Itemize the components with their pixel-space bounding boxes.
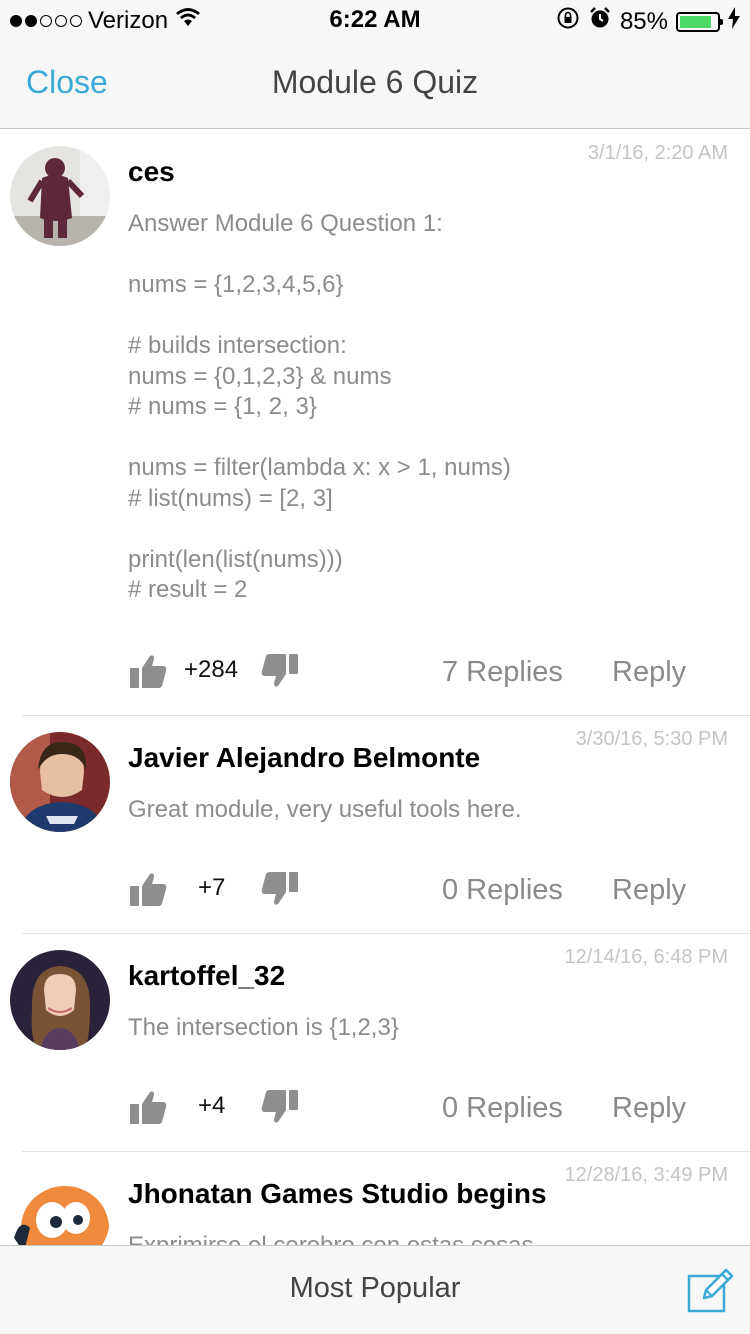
reply-button[interactable]: Reply [612, 656, 686, 689]
comment-item: Javier Alejandro Belmonte 3/30/16, 5:30 … [10, 716, 750, 934]
compose-icon[interactable] [686, 1266, 734, 1314]
battery-fill [680, 15, 711, 28]
author-name[interactable]: ces [128, 156, 175, 188]
comment-timestamp: 12/28/16, 3:49 PM [564, 1164, 728, 1186]
reply-button[interactable]: Reply [612, 1092, 686, 1125]
page-title: Module 6 Quiz [271, 64, 479, 100]
replies-link[interactable]: 0 Replies [442, 1092, 563, 1125]
alarm-icon [588, 6, 612, 37]
battery-percent: 85% [619, 7, 668, 35]
reply-button[interactable]: Reply [612, 874, 686, 907]
comment-feed[interactable]: ces 3/1/16, 2:20 AM Answer Module 6 Ques… [0, 130, 750, 1245]
comment-item: kartoffel_32 12/14/16, 6:48 PM The inter… [10, 934, 750, 1152]
status-right: 85% [556, 6, 740, 37]
vote-count: +7 [198, 874, 226, 901]
replies-link[interactable]: 7 Replies [442, 656, 563, 689]
thumbs-down-icon[interactable] [258, 868, 300, 910]
replies-link[interactable]: 0 Replies [442, 874, 563, 907]
thumbs-up-icon[interactable] [128, 868, 170, 910]
charging-bolt-icon [728, 7, 740, 36]
avatar[interactable] [10, 732, 110, 832]
comment-body: The intersection is {1,2,3} [128, 1014, 399, 1041]
comment-actions: +7 0 Replies Reply [128, 868, 750, 918]
battery-icon [676, 11, 723, 32]
vote-count: +284 [184, 656, 239, 683]
nav-bar: Close Module 6 Quiz [0, 40, 750, 129]
avatar[interactable] [10, 950, 110, 1050]
author-name[interactable]: Jhonatan Games Studio begins [128, 1178, 547, 1210]
comment-timestamp: 3/1/16, 2:20 AM [587, 142, 728, 164]
vote-count: +4 [198, 1092, 226, 1119]
rotation-lock-icon [556, 6, 580, 37]
comment-item: ces 3/1/16, 2:20 AM Answer Module 6 Ques… [10, 130, 750, 716]
thumbs-up-icon[interactable] [128, 1086, 170, 1128]
thumbs-down-icon[interactable] [258, 650, 300, 692]
status-bar: Verizon 6:22 AM 85% [0, 0, 750, 40]
comment-actions: +284 7 Replies Reply [128, 650, 750, 700]
comment-item: Jhonatan Games Studio begins 12/28/16, 3… [10, 1152, 750, 1245]
comment-timestamp: 12/14/16, 6:48 PM [564, 946, 728, 968]
comment-body: Answer Module 6 Question 1: nums = {1,2,… [128, 210, 511, 603]
comment-timestamp: 3/30/16, 5:30 PM [575, 728, 728, 750]
author-name[interactable]: kartoffel_32 [128, 960, 285, 992]
comment-actions: +4 0 Replies Reply [128, 1086, 750, 1136]
avatar[interactable] [10, 146, 110, 246]
author-name[interactable]: Javier Alejandro Belmonte [128, 742, 480, 774]
sort-selector[interactable]: Most Popular [0, 1272, 750, 1305]
avatar[interactable] [10, 1168, 110, 1245]
thumbs-down-icon[interactable] [258, 1086, 300, 1128]
comment-body: Exprimirse el cerebro con estas cosas [128, 1231, 728, 1245]
comment-body: Great module, very useful tools here. [128, 796, 522, 823]
bottom-toolbar: Most Popular [0, 1245, 750, 1334]
thumbs-up-icon[interactable] [128, 650, 170, 692]
